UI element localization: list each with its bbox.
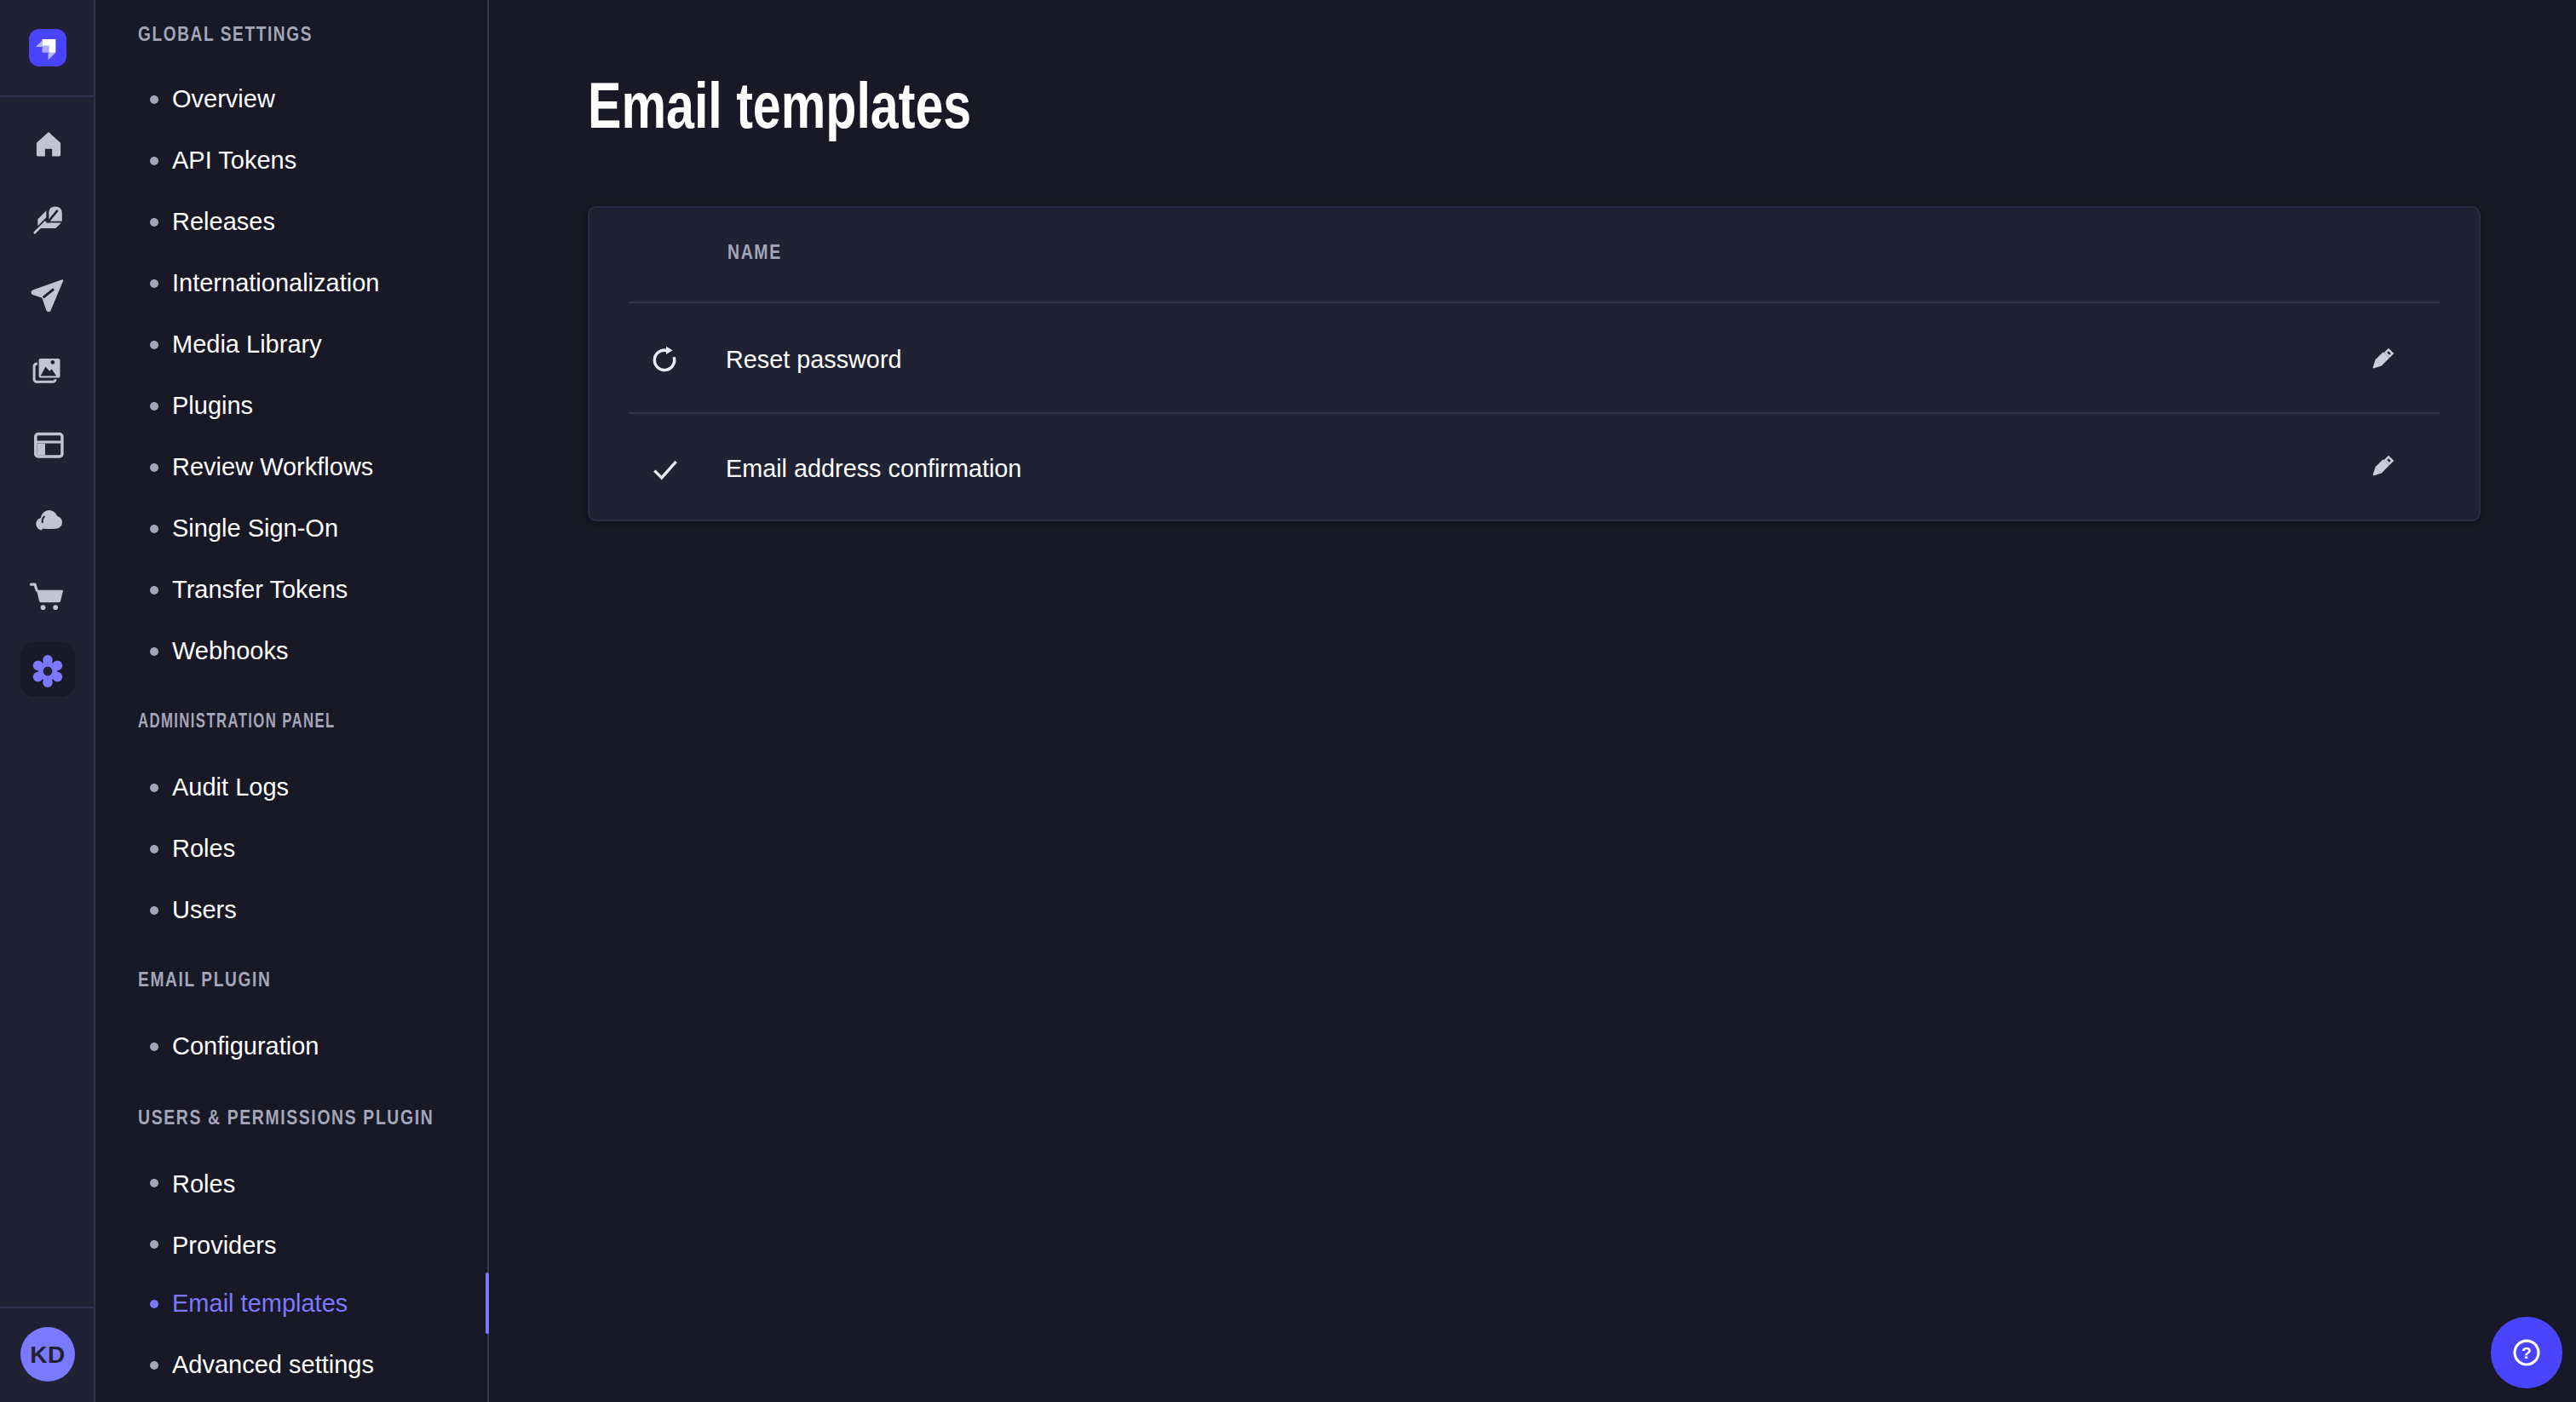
svg-text:?: ?: [2521, 1343, 2532, 1361]
